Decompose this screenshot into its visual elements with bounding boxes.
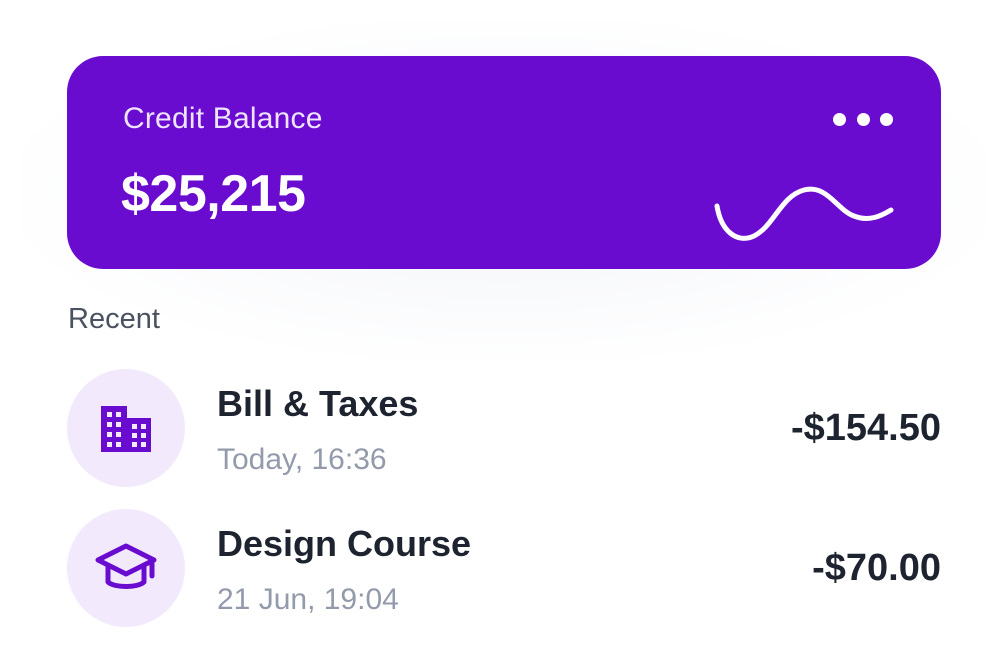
more-dot-icon bbox=[856, 112, 870, 126]
transaction-title: Design Course bbox=[217, 523, 472, 564]
transaction-amount: -$70.00 bbox=[812, 547, 941, 589]
more-dot-icon bbox=[833, 112, 846, 126]
transaction-item-bill-taxes[interactable]: Bill & Taxes Today, 16:36 -$154.50 bbox=[67, 369, 941, 487]
wave-sparkline-icon bbox=[714, 186, 894, 241]
credit-balance-card[interactable]: Credit Balance $25,215 bbox=[67, 56, 941, 269]
building-icon bbox=[101, 406, 151, 452]
graduation-cap-icon bbox=[95, 543, 157, 589]
transaction-icon-container bbox=[67, 369, 185, 487]
page: Credit Balance $25,215 Recent Bill & Tax… bbox=[0, 0, 1008, 672]
transaction-icon-container bbox=[67, 509, 185, 627]
transaction-time: Today, 16:36 bbox=[217, 443, 387, 476]
transaction-item-design-course[interactable]: Design Course 21 Jun, 19:04 -$70.00 bbox=[67, 509, 941, 627]
more-dot-icon bbox=[880, 112, 893, 126]
more-options-button[interactable] bbox=[833, 104, 893, 134]
balance-amount: $25,215 bbox=[121, 165, 306, 223]
card-label: Credit Balance bbox=[123, 102, 323, 135]
recent-section-title: Recent bbox=[68, 303, 160, 335]
transaction-time: 21 Jun, 19:04 bbox=[217, 583, 399, 616]
transaction-title: Bill & Taxes bbox=[217, 383, 419, 424]
transaction-amount: -$154.50 bbox=[790, 407, 941, 449]
